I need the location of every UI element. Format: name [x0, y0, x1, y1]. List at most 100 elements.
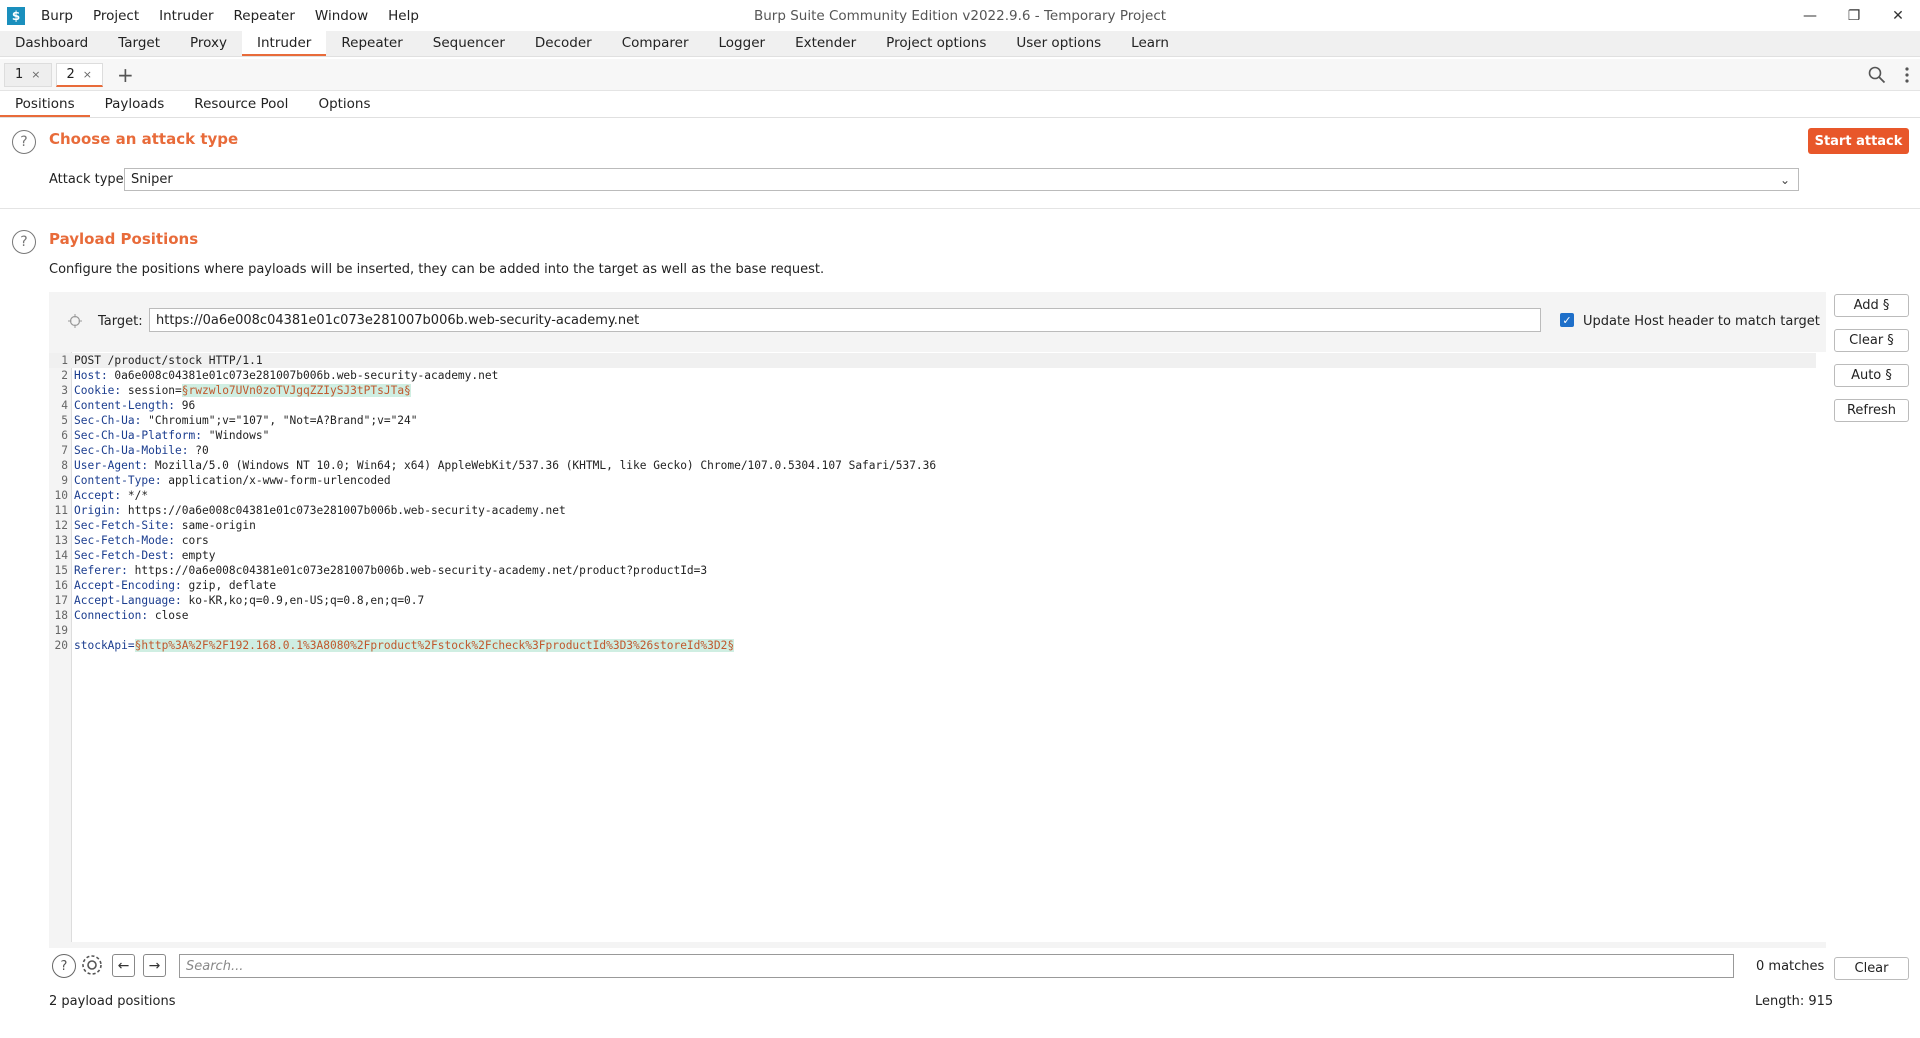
clear-markers-button[interactable]: Clear §: [1834, 329, 1909, 352]
tab-sequencer[interactable]: Sequencer: [418, 31, 520, 56]
line-number: 1: [61, 354, 68, 367]
tab-logger[interactable]: Logger: [704, 31, 781, 56]
settings-gear-icon[interactable]: [80, 953, 104, 977]
tab-decoder[interactable]: Decoder: [520, 31, 607, 56]
header-name: Cookie:: [74, 384, 122, 397]
auto-markers-button[interactable]: Auto §: [1834, 364, 1909, 387]
search-icon[interactable]: [1868, 66, 1886, 84]
request-line[interactable]: 11 Origin: https://0a6e008c04381e01c073e2…: [49, 503, 566, 518]
tool-tabs: Dashboard Target Proxy Intruder Repeater…: [0, 31, 1920, 57]
request-line[interactable]: 17 Accept-Language: ko-KR,ko;q=0.9,en-US;…: [49, 593, 425, 608]
search-input[interactable]: Search...: [179, 954, 1734, 978]
menu-intruder[interactable]: Intruder: [159, 8, 213, 24]
tab-intruder[interactable]: Intruder: [242, 31, 327, 56]
update-host-label: Update Host header to match target: [1583, 314, 1820, 329]
close-window-icon[interactable]: ✕: [1876, 0, 1920, 31]
header-value: session=: [121, 384, 182, 397]
request-line[interactable]: 7 Sec-Ch-Ua-Mobile: ?0: [49, 443, 209, 458]
next-arrow-icon[interactable]: →: [143, 954, 166, 977]
tab-comparer[interactable]: Comparer: [607, 31, 704, 56]
request-line[interactable]: 20 stockApi=§http%3A%2F%2F192.168.0.1%3A8…: [49, 638, 735, 653]
header-name: Content-Type:: [74, 474, 162, 487]
refresh-button[interactable]: Refresh: [1834, 399, 1909, 422]
request-line[interactable]: 16 Accept-Encoding: gzip, deflate: [49, 578, 277, 593]
request-line[interactable]: 18 Connection: close: [49, 608, 189, 623]
intruder-sub-tabs: Positions Payloads Resource Pool Options: [0, 91, 1920, 118]
line-text: Sec-Fetch-Mode: cors: [71, 534, 209, 547]
header-name: Accept-Language:: [74, 594, 182, 607]
request-line[interactable]: 1 POST /product/stock HTTP/1.1: [49, 353, 1816, 368]
tab-dashboard[interactable]: Dashboard: [0, 31, 103, 56]
previous-arrow-icon[interactable]: ←: [112, 954, 135, 977]
tab-payloads[interactable]: Payloads: [90, 91, 180, 117]
header-value: 0a6e008c04381e01c073e281007b006b.web-sec…: [107, 369, 499, 382]
request-line[interactable]: 14 Sec-Fetch-Dest: empty: [49, 548, 216, 563]
header-name: Referer:: [74, 564, 128, 577]
tab-proxy[interactable]: Proxy: [175, 31, 242, 56]
header-name: Host:: [74, 369, 108, 382]
request-line[interactable]: 2 Host: 0a6e008c04381e01c073e281007b006b.…: [49, 368, 498, 383]
request-line[interactable]: 10 Accept: */*: [49, 488, 149, 503]
burp-logo-icon: $: [7, 6, 25, 25]
line-text: Accept-Encoding: gzip, deflate: [71, 579, 276, 592]
start-attack-button[interactable]: Start attack: [1808, 128, 1909, 154]
line-text: Accept-Language: ko-KR,ko;q=0.9,en-US;q=…: [71, 594, 424, 607]
request-editor[interactable]: 1 POST /product/stock HTTP/1.1 2 Host: 0a6e…: [49, 352, 1826, 942]
header-value: "Windows": [201, 429, 270, 442]
line-number: 13: [54, 534, 68, 547]
tab-options[interactable]: Options: [303, 91, 385, 117]
menu-help[interactable]: Help: [388, 8, 419, 24]
tab-user-options[interactable]: User options: [1001, 31, 1116, 56]
help-icon[interactable]: ?: [12, 230, 36, 254]
close-tab-icon[interactable]: ×: [83, 68, 92, 81]
header-name: User-Agent:: [74, 459, 149, 472]
update-host-checkbox[interactable]: ✓: [1560, 313, 1574, 327]
menu-burp[interactable]: Burp: [41, 8, 73, 24]
restore-icon[interactable]: ❐: [1832, 0, 1876, 31]
attack-tab-2[interactable]: 2 ×: [55, 62, 103, 87]
line-text: Connection: close: [71, 609, 189, 622]
header-name: Sec-Ch-Ua-Mobile:: [74, 444, 189, 457]
request-line[interactable]: 13 Sec-Fetch-Mode: cors: [49, 533, 209, 548]
tab-positions[interactable]: Positions: [0, 91, 90, 117]
header-value: POST /product/stock HTTP/1.1: [74, 354, 263, 367]
tab-target[interactable]: Target: [103, 31, 175, 56]
line-number: 15: [54, 564, 68, 577]
request-line[interactable]: 15 Referer: https://0a6e008c04381e01c073e…: [49, 563, 708, 578]
more-options-icon[interactable]: [1904, 66, 1910, 84]
tab-extender[interactable]: Extender: [780, 31, 871, 56]
tab-project-options[interactable]: Project options: [871, 31, 1001, 56]
request-line[interactable]: 19: [49, 623, 74, 638]
new-tab-plus-icon[interactable]: +: [117, 63, 134, 87]
request-line[interactable]: 6 Sec-Ch-Ua-Platform: "Windows": [49, 428, 269, 443]
target-url-value: https://0a6e008c04381e01c073e281007b006b…: [156, 312, 640, 328]
request-line[interactable]: 12 Sec-Fetch-Site: same-origin: [49, 518, 256, 533]
help-icon[interactable]: ?: [52, 954, 76, 978]
tab-learn[interactable]: Learn: [1116, 31, 1184, 56]
attack-tab-tools: [1868, 59, 1910, 91]
menu-window[interactable]: Window: [315, 8, 368, 24]
line-number: 7: [61, 444, 68, 457]
request-line[interactable]: 8 User-Agent: Mozilla/5.0 (Windows NT 10.…: [49, 458, 936, 473]
request-line[interactable]: 5 Sec-Ch-Ua: "Chromium";v="107", "Not=A?B…: [49, 413, 417, 428]
line-text: Sec-Ch-Ua-Mobile: ?0: [71, 444, 209, 457]
help-icon[interactable]: ?: [12, 130, 36, 154]
add-marker-button[interactable]: Add §: [1834, 294, 1909, 317]
menu-repeater[interactable]: Repeater: [234, 8, 295, 24]
line-number: 11: [54, 504, 68, 517]
request-line[interactable]: 3 Cookie: session=§rwzwlo7UVn0zoTVJgqZZIy…: [49, 383, 411, 398]
clear-search-button[interactable]: Clear: [1834, 957, 1909, 980]
line-text: Host: 0a6e008c04381e01c073e281007b006b.w…: [71, 369, 498, 382]
target-url-input[interactable]: https://0a6e008c04381e01c073e281007b006b…: [149, 308, 1541, 332]
tab-resource-pool[interactable]: Resource Pool: [179, 91, 303, 117]
line-text: Origin: https://0a6e008c04381e01c073e281…: [71, 504, 566, 517]
menu-project[interactable]: Project: [93, 8, 139, 24]
request-line[interactable]: 9 Content-Type: application/x-www-form-ur…: [49, 473, 390, 488]
attack-type-select[interactable]: Sniper ⌄: [124, 168, 1799, 191]
minimize-icon[interactable]: —: [1788, 0, 1832, 31]
attack-tab-1[interactable]: 1 ×: [4, 62, 52, 87]
close-tab-icon[interactable]: ×: [31, 68, 40, 81]
chevron-down-icon: ⌄: [1779, 172, 1790, 187]
request-line[interactable]: 4 Content-Length: 96: [49, 398, 195, 413]
tab-repeater[interactable]: Repeater: [326, 31, 417, 56]
